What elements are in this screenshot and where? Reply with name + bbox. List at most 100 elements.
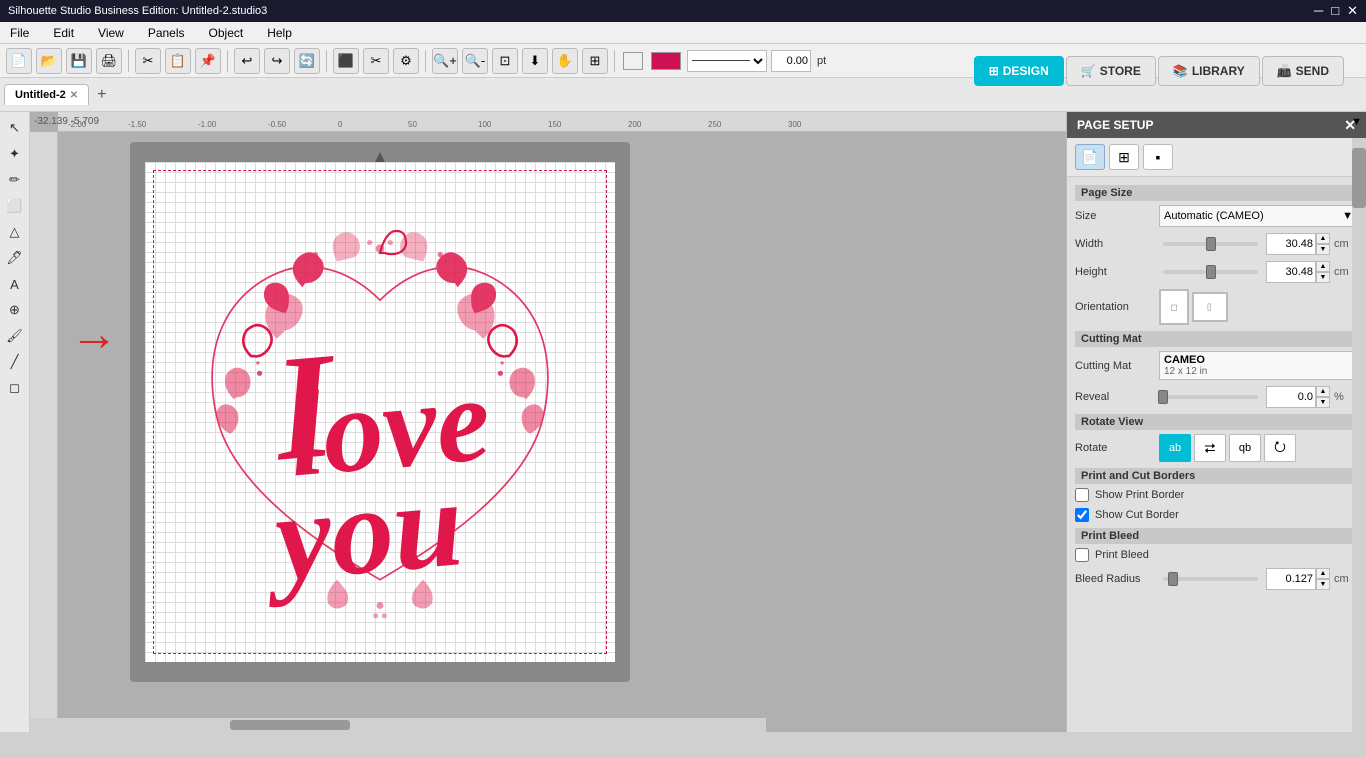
show-print-border-label[interactable]: Show Print Border: [1095, 489, 1184, 501]
print-btn[interactable]: 🖨: [96, 48, 122, 74]
size-dropdown[interactable]: Automatic (CAMEO) ▼: [1159, 205, 1358, 227]
rotate-btn-mirror[interactable]: ⮂: [1194, 434, 1226, 462]
rotate-btn-qb[interactable]: qb: [1229, 434, 1261, 462]
bleed-radius-slider[interactable]: [1163, 577, 1258, 581]
open-btn[interactable]: 📂: [36, 48, 62, 74]
crop-btn[interactable]: ✂: [363, 48, 389, 74]
menu-edit[interactable]: Edit: [47, 24, 80, 42]
maximize-btn[interactable]: □: [1331, 3, 1339, 19]
print-bleed-label[interactable]: Print Bleed: [1095, 549, 1149, 561]
tab-label: Untitled-2: [15, 89, 66, 101]
menu-file[interactable]: File: [4, 24, 35, 42]
height-down-btn[interactable]: ▼: [1316, 272, 1330, 283]
cut-btn[interactable]: ✂: [135, 48, 161, 74]
svg-text:love: love: [284, 353, 495, 503]
undo-btn[interactable]: ↩: [234, 48, 260, 74]
reveal-slider-thumb[interactable]: [1158, 390, 1168, 404]
width-down-btn[interactable]: ▼: [1316, 244, 1330, 255]
width-input[interactable]: [1266, 233, 1316, 255]
show-cut-border-label[interactable]: Show Cut Border: [1095, 509, 1179, 521]
save-btn[interactable]: 💾: [66, 48, 92, 74]
new-tab-btn[interactable]: +: [97, 86, 106, 104]
triangle-tool[interactable]: △: [3, 220, 27, 244]
menu-panels[interactable]: Panels: [142, 24, 191, 42]
bleed-radius-up-btn[interactable]: ▲: [1316, 568, 1330, 579]
landscape-btn[interactable]: ▭: [1192, 292, 1228, 322]
print-bleed-checkbox[interactable]: [1075, 548, 1089, 562]
paste-btn[interactable]: 📌: [195, 48, 221, 74]
design-nav-btn[interactable]: ⊞ DESIGN: [974, 56, 1064, 86]
pointer-tool[interactable]: ↖: [3, 116, 27, 140]
width-slider[interactable]: [1163, 242, 1258, 246]
menu-view[interactable]: View: [92, 24, 130, 42]
line-thickness-select[interactable]: ────────: [687, 50, 767, 72]
panel-scrollbar[interactable]: [1352, 138, 1366, 758]
pan-btn[interactable]: ✋: [552, 48, 578, 74]
portrait-btn[interactable]: ◻: [1159, 289, 1189, 325]
zoom-in-btn[interactable]: 🔍+: [432, 48, 458, 74]
ruler-tick-v: 250: [30, 625, 58, 637]
stamp-tool[interactable]: ⊕: [3, 298, 27, 322]
panel-tab-page[interactable]: 📄: [1075, 144, 1105, 170]
menu-help[interactable]: Help: [261, 24, 298, 42]
minimize-btn[interactable]: ─: [1314, 3, 1323, 19]
bleed-radius-input[interactable]: [1266, 568, 1316, 590]
rotate-btn-rotate180[interactable]: ⭮: [1264, 434, 1296, 462]
stroke-color-box[interactable]: [651, 52, 681, 70]
store-nav-btn[interactable]: 🛒 STORE: [1066, 56, 1156, 86]
panel-scrollbar-thumb[interactable]: [1352, 148, 1366, 208]
pen-tool[interactable]: 🖊: [3, 246, 27, 270]
panel-tab-grid[interactable]: ⊞: [1109, 144, 1139, 170]
show-print-border-checkbox[interactable]: [1075, 488, 1089, 502]
height-up-btn[interactable]: ▲: [1316, 261, 1330, 272]
width-up-btn[interactable]: ▲: [1316, 233, 1330, 244]
bleed-radius-down-btn[interactable]: ▼: [1316, 579, 1330, 590]
bleed-radius-row: Bleed Radius ▲ ▼ cm: [1075, 568, 1358, 590]
eraser-tool[interactable]: ◻: [3, 376, 27, 400]
bleed-radius-slider-thumb[interactable]: [1168, 572, 1178, 586]
height-slider-thumb[interactable]: [1206, 265, 1216, 279]
canvas-paper[interactable]: I love you: [145, 162, 615, 662]
height-slider[interactable]: [1163, 270, 1258, 274]
horizontal-scrollbar-thumb[interactable]: [230, 720, 350, 730]
node-tool[interactable]: ✦: [3, 142, 27, 166]
reveal-input[interactable]: [1266, 386, 1316, 408]
text-tool[interactable]: A: [3, 272, 27, 296]
copy-btn[interactable]: 📋: [165, 48, 191, 74]
redo-btn[interactable]: ↪: [264, 48, 290, 74]
new-btn[interactable]: 📄: [6, 48, 32, 74]
menu-object[interactable]: Object: [203, 24, 250, 42]
filter-btn[interactable]: ⚙: [393, 48, 419, 74]
draw-tool[interactable]: ✏: [3, 168, 27, 192]
blade-tool[interactable]: ╱: [3, 350, 27, 374]
cutting-mat-dropdown[interactable]: CAMEO 12 x 12 in ▼: [1159, 351, 1358, 380]
titlebar-controls[interactable]: ─ □ ✕: [1314, 3, 1358, 19]
fill-color-box[interactable]: [623, 52, 643, 70]
tab-close-btn[interactable]: ✕: [70, 90, 78, 101]
reveal-slider[interactable]: [1163, 395, 1258, 399]
panel-tab-dark[interactable]: ▪: [1143, 144, 1173, 170]
reveal-up-btn[interactable]: ▲: [1316, 386, 1330, 397]
close-btn[interactable]: ✕: [1347, 3, 1358, 19]
library-nav-btn[interactable]: 📚 LIBRARY: [1158, 56, 1260, 86]
horizontal-scrollbar[interactable]: [30, 718, 766, 732]
paint-tool[interactable]: 🖌: [3, 324, 27, 348]
canvas-area[interactable]: -2.00 -1.50 -1.00 -0.50 0 50 100 150 200…: [30, 112, 1066, 732]
reveal-down-btn[interactable]: ▼: [1316, 397, 1330, 408]
tab-untitled2[interactable]: Untitled-2 ✕: [4, 84, 89, 105]
send-nav-btn[interactable]: 📠 SEND: [1262, 56, 1344, 86]
width-slider-thumb[interactable]: [1206, 237, 1216, 251]
move-down-btn[interactable]: ⬇: [522, 48, 548, 74]
show-cut-border-checkbox[interactable]: [1075, 508, 1089, 522]
rotate-btn-ab[interactable]: ab: [1159, 434, 1191, 462]
zoom-out-btn[interactable]: 🔍-: [462, 48, 488, 74]
refresh-btn[interactable]: 🔄: [294, 48, 320, 74]
canvas-mat[interactable]: I love you: [130, 142, 630, 682]
select-btn[interactable]: ⬛: [333, 48, 359, 74]
height-input[interactable]: [1266, 261, 1316, 283]
thickness-value-input[interactable]: [771, 50, 811, 72]
zoom-fit-btn[interactable]: ⊡: [492, 48, 518, 74]
zoom-fit2-btn[interactable]: ⊞: [582, 48, 608, 74]
store-icon: 🛒: [1081, 64, 1096, 78]
shape-tool[interactable]: ⬜: [3, 194, 27, 218]
